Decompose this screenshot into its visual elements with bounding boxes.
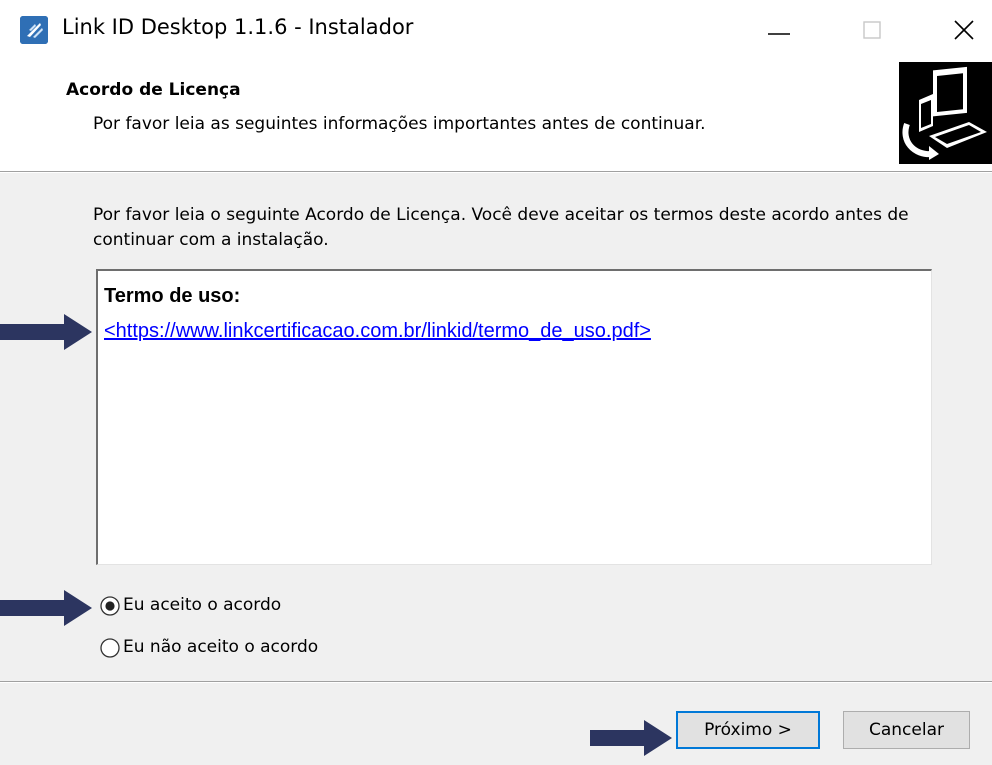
page-title: Acordo de Licença: [66, 80, 241, 100]
installer-window: Link ID Desktop 1.1.6 - Instalador Acord…: [0, 0, 992, 765]
radio-unselected-icon[interactable]: [100, 638, 120, 658]
maximize-button[interactable]: [842, 8, 902, 52]
license-textbox[interactable]: Termo de uso: <https://www.linkcertifica…: [96, 269, 932, 565]
minimize-button[interactable]: [750, 8, 810, 52]
wizard-header: Acordo de Licença Por favor leia as segu…: [0, 62, 992, 172]
page-subtitle: Por favor leia as seguintes informações …: [93, 114, 706, 134]
cancel-button[interactable]: Cancelar: [843, 711, 970, 749]
license-heading: Termo de uso:: [104, 285, 241, 307]
accept-option-label: Eu aceito o acordo: [123, 595, 282, 615]
next-button[interactable]: Próximo >: [676, 711, 820, 749]
computer-setup-icon: [899, 62, 992, 164]
wizard-body: Por favor leia o seguinte Acordo de Lice…: [0, 173, 992, 765]
intro-text: Por favor leia o seguinte Acordo de Lice…: [93, 205, 909, 250]
pointer-arrow-icon: [590, 718, 676, 758]
license-link[interactable]: <https://www.linkcertificacao.com.br/lin…: [104, 320, 651, 343]
close-button[interactable]: [932, 8, 992, 52]
pointer-arrow-icon: [0, 588, 96, 628]
decline-option-label: Eu não aceito o acordo: [123, 637, 319, 657]
pointer-arrow-icon: [0, 312, 96, 352]
footer-divider-highlight: [0, 682, 992, 683]
title-bar[interactable]: Link ID Desktop 1.1.6 - Instalador: [0, 0, 992, 62]
window-title: Link ID Desktop 1.1.6 - Instalador: [62, 15, 414, 39]
radio-selected-icon[interactable]: [100, 596, 120, 616]
app-icon: [20, 16, 48, 44]
